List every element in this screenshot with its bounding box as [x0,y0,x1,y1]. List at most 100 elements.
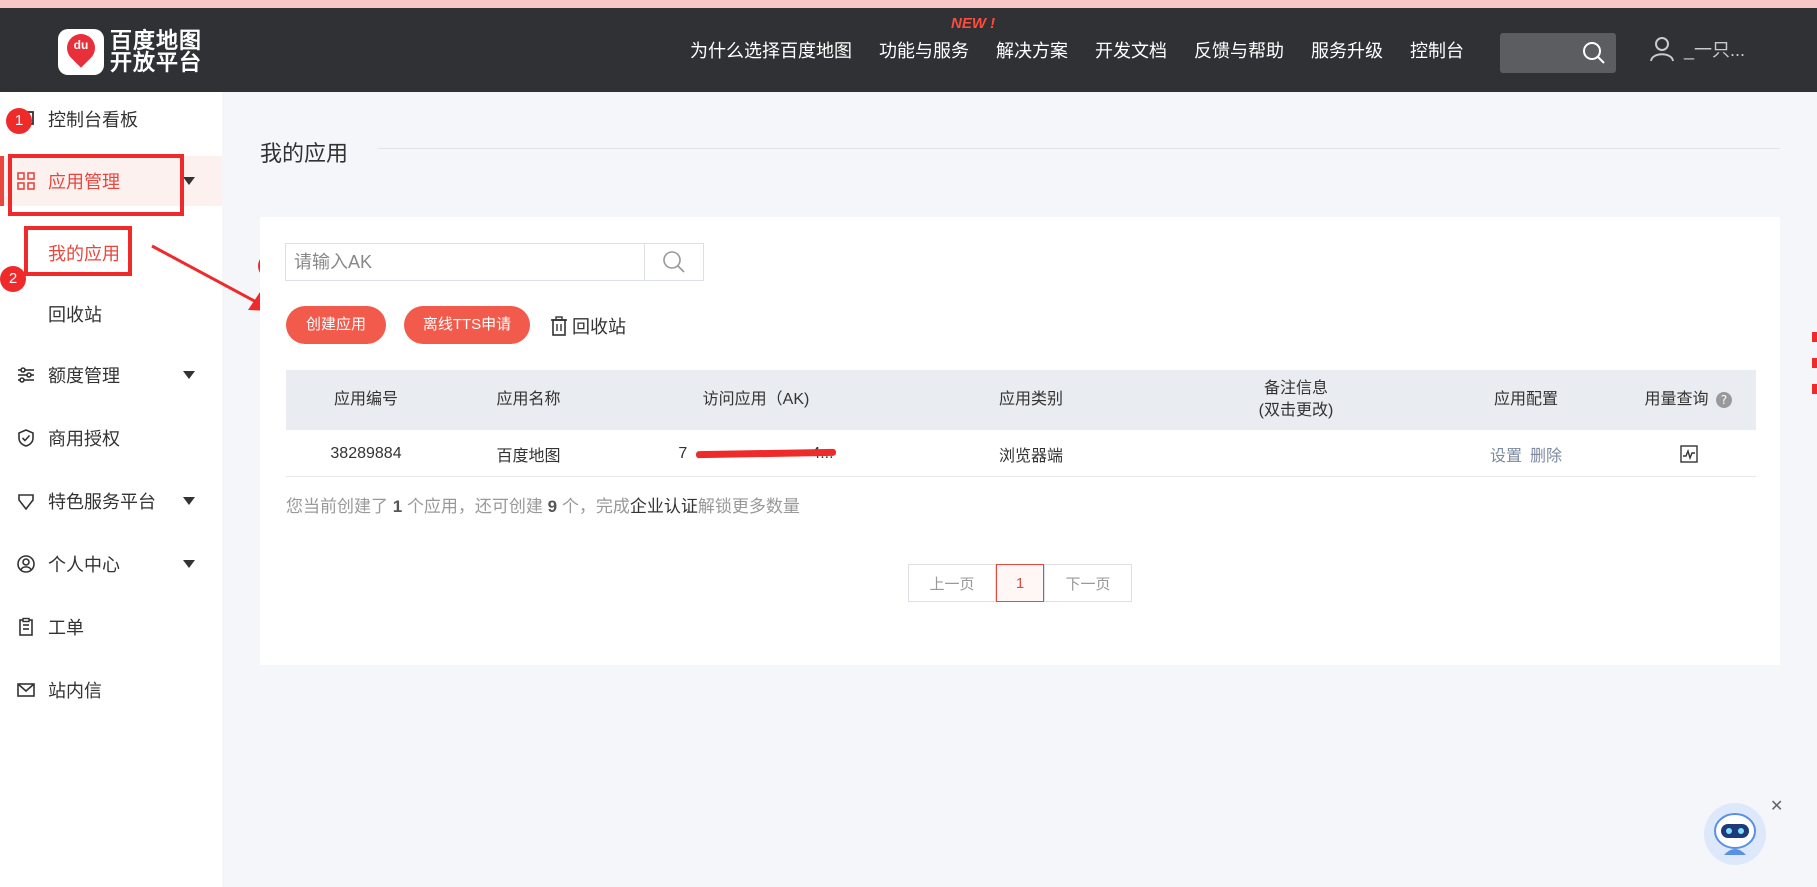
ak-search-button[interactable] [644,243,704,281]
shield-check-icon [18,429,34,447]
info-text-2: 个应用，还可创建 [406,497,543,516]
nav-features-services[interactable]: 功能与服务 NEW ! [879,15,995,63]
sidebar-item-inbox[interactable]: 站内信 [0,665,222,715]
sliders-icon [18,367,34,383]
sidebar-item-quota-management[interactable]: 额度管理 [0,350,222,400]
user-icon [1650,37,1674,62]
settings-link[interactable]: 设置 [1490,442,1522,466]
annotation-number-2: 2 [0,266,26,292]
usage-chart-icon[interactable] [1679,444,1698,463]
info-text-3: 个，完成 [561,497,630,516]
sidebar-item-featured-services[interactable]: 特色服务平台 [0,476,222,526]
edge-mark [1812,384,1817,394]
sidebar-item-personal-center[interactable]: 个人中心 [0,539,222,589]
grid-icon [17,172,35,190]
cell-category: 浏览器端 [998,447,1063,465]
annotation-number-1: 1 [6,108,32,134]
trash-icon [551,316,567,336]
cell-ak-start: 7 [678,444,688,462]
sidebar-item-app-management[interactable]: 应用管理 [0,156,222,206]
chevron-down-icon [183,371,195,379]
pagination: 上一页 1 下一页 [908,564,1132,602]
nav-dev-docs[interactable]: 开发文档 [1095,37,1167,63]
col-usage-query: 用量查询 ? [1621,370,1756,430]
search-icon [663,251,685,273]
sidebar-item-label: 额度管理 [48,366,120,386]
nav-solutions[interactable]: 解决方案 [996,37,1068,63]
assistant-robot-button[interactable] [1704,803,1766,865]
col-app-name: 应用名称 [496,391,561,408]
search-icon[interactable] [1582,41,1606,65]
sidebar-item-label: 站内信 [48,681,102,701]
delete-link[interactable]: 删除 [1530,442,1562,466]
sidebar-item-dashboard[interactable]: 控制台看板 [0,94,222,144]
cell-usage [1621,430,1756,477]
recycle-bin-label: 回收站 [572,317,626,337]
nav-service-upgrade[interactable]: 服务升级 [1311,37,1383,63]
sidebar-item-recycle-bin[interactable]: 回收站 [48,301,102,327]
app-quota-info: 您当前创建了 1 个应用，还可创建 9 个，完成企业认证解锁更多数量 [286,492,800,517]
col-notes-line1: 备注信息 [1263,380,1328,397]
svg-text:?: ? [1720,393,1726,407]
logo-badge-icon: du [58,28,104,75]
edge-mark [1812,332,1817,342]
info-text-4: 解锁更多数量 [697,497,800,516]
nav-why-baidu-map[interactable]: 为什么选择百度地图 [690,37,852,63]
edge-mark [1812,358,1817,368]
sidebar-item-label: 特色服务平台 [48,492,156,512]
info-text-1: 您当前创建了 [286,497,388,516]
ak-search-input[interactable]: 请输入AK [285,243,645,281]
sidebar-item-label: 商用授权 [48,429,120,449]
create-app-button[interactable]: 创建应用 [286,306,386,344]
top-search-box[interactable] [1500,33,1616,73]
clipboard-icon [19,617,33,636]
sidebar: 控制台看板 应用管理 我的应用 回收站 额度管理 商用授权 特色服务平台 个人中… [0,92,222,887]
user-circle-icon [17,555,35,573]
recycle-bin-link[interactable]: 回收站 [550,313,626,339]
cell-app-name: 百度地图 [496,447,561,465]
heart-shield-icon [18,494,34,511]
info-created-count: 1 [392,497,403,516]
offline-tts-button[interactable]: 离线TTS申请 [404,306,530,344]
col-usage-query-label: 用量查询 [1644,391,1709,408]
logo-text-line2: 开放平台 [110,50,203,75]
robot-icon [1714,813,1756,855]
sidebar-item-label: 应用管理 [48,172,120,192]
nav-feedback-help[interactable]: 反馈与帮助 [1194,37,1284,63]
nav-console[interactable]: 控制台 [1410,37,1464,63]
col-access-ak: 访问应用（AK) [702,391,810,408]
info-remaining-count: 9 [547,497,558,516]
baidu-map-logo[interactable]: du 百度地图 开放平台 [58,28,202,76]
table-row: 38289884 百度地图 7 4... 浏览器端 设置 删除 [286,430,1756,477]
apps-table-header: 应用编号 应用名称 访问应用（AK) 应用类别 备注信息 (双击更改) 应用配置… [286,370,1756,430]
annotation-arrow-icon [151,244,272,311]
user-menu[interactable]: _一只... [1650,36,1745,62]
sidebar-item-commercial-license[interactable]: 商用授权 [0,413,222,463]
sidebar-item-my-apps[interactable]: 我的应用 [48,240,120,266]
cell-note[interactable] [1161,430,1431,477]
col-notes-line2: (双击更改) [1258,402,1334,419]
page-1-button[interactable]: 1 [996,564,1044,602]
title-divider [378,148,1780,149]
prev-page-button[interactable]: 上一页 [908,564,996,602]
sidebar-item-label: 工单 [48,618,84,638]
chevron-down-icon [183,177,195,185]
cell-config: 设置 删除 [1431,430,1621,477]
new-badge: NEW ! [951,15,996,32]
help-icon[interactable]: ? [1715,391,1733,409]
col-notes: 备注信息 (双击更改) [1161,370,1431,430]
sidebar-item-work-order[interactable]: 工单 [0,602,222,652]
cell-app-id: 38289884 [330,444,402,462]
close-icon[interactable]: ✕ [1770,796,1783,816]
logo-text: 百度地图 开放平台 [110,30,202,74]
next-page-button[interactable]: 下一页 [1044,564,1132,602]
top-nav-menu: 为什么选择百度地图 功能与服务 NEW ! 解决方案 开发文档 反馈与帮助 服务升… [690,8,1491,92]
sidebar-item-label: 个人中心 [48,555,120,575]
page-title: 我的应用 [260,141,349,166]
username: _一只... [1684,40,1746,60]
col-app-category: 应用类别 [998,391,1063,408]
col-app-config: 应用配置 [1493,391,1558,408]
logo-text-line1: 百度地图 [110,28,203,53]
enterprise-verification-link[interactable]: 企业认证 [630,497,698,516]
top-accent-strip [0,0,1817,8]
